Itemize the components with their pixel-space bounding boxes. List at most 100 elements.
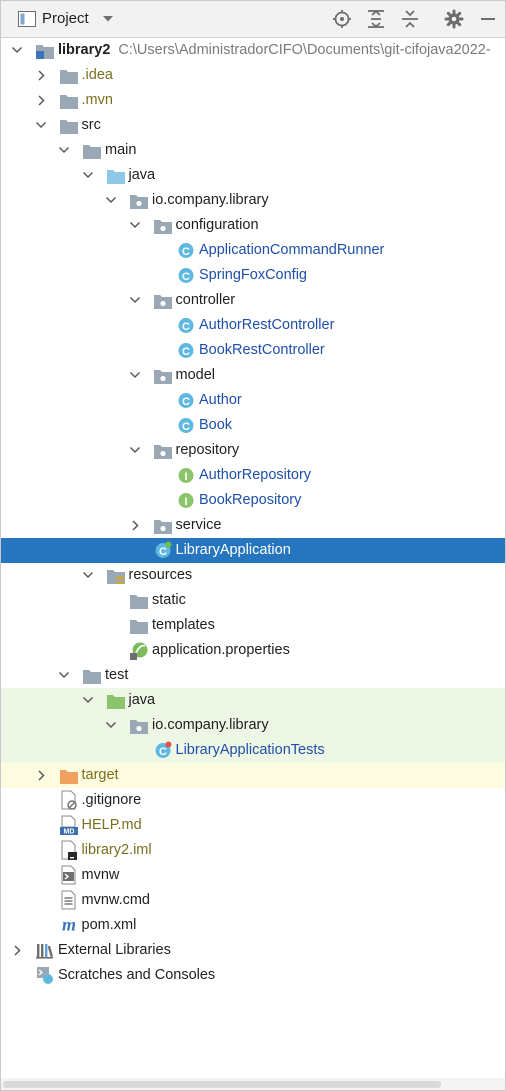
maven-icon: m (59, 913, 79, 938)
tree-row[interactable]: static (1, 588, 505, 613)
tree-row[interactable]: configuration (1, 213, 505, 238)
dropdown-chevron-icon[interactable] (102, 15, 114, 23)
tree-row-text: repository (175, 442, 240, 458)
tree-row[interactable]: Scratches and Consoles (1, 963, 505, 988)
tree-row[interactable]: I BookRepository (1, 488, 505, 513)
package-icon (153, 438, 173, 463)
chevron-right-icon[interactable] (34, 88, 48, 113)
tree-row[interactable]: I AuthorRepository (1, 463, 505, 488)
tree-row[interactable]: External Libraries (1, 938, 505, 963)
chevron-down-icon[interactable] (81, 688, 95, 713)
settings-gear-icon[interactable] (444, 9, 464, 29)
chevron-down-icon[interactable] (10, 38, 24, 63)
resources-folder-icon (106, 563, 126, 588)
tree-row[interactable]: target (1, 763, 505, 788)
tree-row[interactable]: C Book (1, 413, 505, 438)
tree-row[interactable]: mvnw.cmd (1, 888, 505, 913)
chevron-down-icon[interactable] (128, 438, 142, 463)
tree-row[interactable]: application.properties (1, 638, 505, 663)
tree-row-label: BookRepository (199, 488, 301, 513)
folder-icon (59, 88, 79, 113)
tree-row[interactable]: C Author (1, 388, 505, 413)
tree-row-label: Book (199, 413, 232, 438)
tree-row[interactable]: C BookRestController (1, 338, 505, 363)
tree-row-label: mvnw (82, 863, 120, 888)
tree-row-label: src (82, 113, 101, 138)
horizontal-scrollbar[interactable] (1, 1078, 505, 1090)
tree-row[interactable]: C LibraryApplication (1, 538, 505, 563)
chevron-down-icon[interactable] (81, 563, 95, 588)
tree-row[interactable]: C LibraryApplicationTests (1, 738, 505, 763)
tree-row-label: LibraryApplicationTests (176, 738, 325, 763)
tree-row[interactable]: io.company.library (1, 188, 505, 213)
hide-minimize-icon[interactable] (478, 9, 498, 29)
class-icon: C (176, 313, 196, 338)
tree-row-label: model (176, 363, 216, 388)
svg-text:C: C (182, 246, 190, 258)
package-icon (129, 713, 149, 738)
tree-row[interactable]: C ApplicationCommandRunner (1, 238, 505, 263)
chevron-right-icon[interactable] (34, 63, 48, 88)
tree-row[interactable]: java (1, 688, 505, 713)
tree-row[interactable]: C SpringFoxConfig (1, 263, 505, 288)
tree-row[interactable]: m pom.xml (1, 913, 505, 938)
tree-row[interactable]: test (1, 663, 505, 688)
tree-row-text: src (81, 117, 101, 133)
tree-row[interactable]: templates (1, 613, 505, 638)
tree-row[interactable]: main (1, 138, 505, 163)
project-view-icon (18, 11, 36, 27)
locate-icon[interactable] (332, 9, 352, 29)
tree-row-text: External Libraries (58, 942, 171, 958)
collapse-all-icon[interactable] (400, 9, 420, 29)
chevron-down-icon[interactable] (128, 213, 142, 238)
tree-row[interactable]: model (1, 363, 505, 388)
tree-row[interactable]: service (1, 513, 505, 538)
svg-text:C: C (182, 421, 190, 433)
tree-row-label: library2.iml (82, 838, 152, 863)
chevron-down-icon[interactable] (104, 188, 118, 213)
tree-row[interactable]: resources (1, 563, 505, 588)
tree-row-text: static (152, 592, 186, 608)
chevron-down-icon[interactable] (34, 113, 48, 138)
tree-row-text: target (81, 767, 119, 783)
chevron-right-icon[interactable] (34, 763, 48, 788)
tree-row[interactable]: mvnw (1, 863, 505, 888)
chevron-down-icon[interactable] (104, 713, 118, 738)
source-folder-icon (106, 163, 126, 188)
chevron-right-icon[interactable] (128, 513, 142, 538)
tree-row[interactable]: src (1, 113, 505, 138)
chevron-down-icon[interactable] (81, 163, 95, 188)
folder-icon (129, 613, 149, 638)
tree-row-text: SpringFoxConfig (199, 267, 307, 283)
gitignore-file-icon (59, 788, 79, 813)
tree-row[interactable]: .mvn (1, 88, 505, 113)
tree-row-text: controller (175, 292, 236, 308)
tree-row[interactable]: library2.iml (1, 838, 505, 863)
project-view-title[interactable]: Project (42, 10, 89, 28)
tree-row[interactable]: io.company.library (1, 713, 505, 738)
chevron-down-icon[interactable] (57, 663, 71, 688)
chevron-down-icon[interactable] (128, 288, 142, 313)
chevron-right-icon[interactable] (10, 938, 24, 963)
tree-row[interactable]: controller (1, 288, 505, 313)
tree-row-text: test (105, 667, 129, 683)
package-icon (153, 288, 173, 313)
expand-all-icon[interactable] (366, 9, 386, 29)
class-icon: C (176, 338, 196, 363)
tree-row[interactable]: .idea (1, 63, 505, 88)
tree-row[interactable]: java (1, 163, 505, 188)
scrollbar-thumb[interactable] (3, 1081, 441, 1088)
tree-row[interactable]: repository (1, 438, 505, 463)
svg-text:C: C (182, 346, 190, 358)
tree-row[interactable]: MD HELP.md (1, 813, 505, 838)
tree-row-text: ApplicationCommandRunner (199, 242, 385, 258)
tree-row-text: BookRestController (199, 342, 325, 358)
chevron-down-icon[interactable] (57, 138, 71, 163)
chevron-down-icon[interactable] (128, 363, 142, 388)
tree-row[interactable]: .gitignore (1, 788, 505, 813)
tree-row[interactable]: C AuthorRestController (1, 313, 505, 338)
tree-row-label: .idea (82, 63, 113, 88)
tree-row[interactable]: library2 C:\Users\AdministradorCIFO\Docum… (1, 38, 505, 63)
tree-row-text: .idea (81, 67, 113, 83)
tree-row-label: configuration (176, 213, 259, 238)
